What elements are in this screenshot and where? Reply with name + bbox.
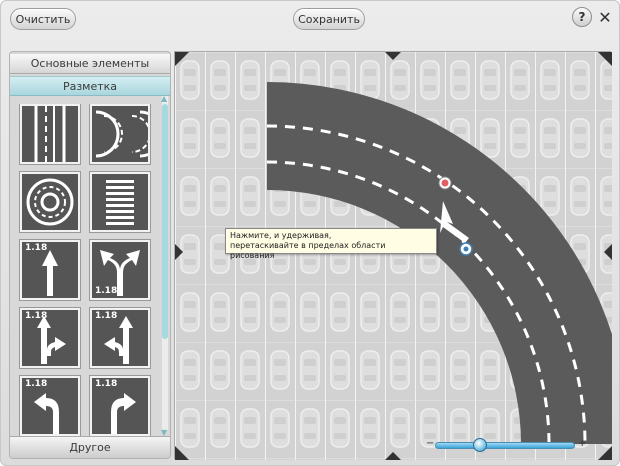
tile-arrow-right-turn[interactable]: 1.18 — [90, 376, 150, 436]
category-basic-elements[interactable]: Основные элементы — [10, 54, 170, 74]
tile-code-label: 1.18 — [25, 243, 48, 253]
roundabout-icon — [26, 178, 74, 226]
zoom-in-icon[interactable]: + — [578, 438, 586, 449]
straight-lines-icon — [34, 106, 66, 162]
crosswalk-icon — [106, 180, 134, 225]
tile-crosswalk[interactable] — [90, 172, 150, 232]
tooltip-line-2: перетаскивайте в пределах области рисова… — [230, 241, 386, 260]
tile-code-label: 1.18 — [95, 286, 118, 296]
zoom-slider-knob[interactable] — [472, 438, 487, 452]
drag-hint-tooltip: Нажмите, и удерживая, перетаскивайте в п… — [225, 228, 437, 260]
tile-arrow-straight[interactable]: 1.18 — [20, 240, 80, 300]
tile-code-label: 1.18 — [25, 379, 48, 389]
help-button[interactable]: ? — [572, 7, 592, 27]
scroll-up-arrow-icon[interactable]: ▲ — [161, 94, 167, 103]
element-palette: Основные элементы Разметка 1.18 1.18 1.1… — [9, 51, 171, 459]
tile-code-label: 1.18 — [95, 311, 118, 321]
tile-arrow-left-turn[interactable]: 1.18 — [20, 376, 80, 436]
tooltip-line-1: Нажмите, и удерживая, — [230, 231, 332, 240]
zoom-out-icon[interactable]: − — [426, 438, 434, 449]
clear-button[interactable]: Очистить — [10, 8, 76, 30]
tile-code-label: 1.18 — [95, 379, 118, 389]
delete-handle-dot — [441, 179, 449, 187]
road-marking-editor: Очистить Сохранить ? ✕ Основные элементы… — [0, 0, 620, 466]
tile-arrow-straight-right[interactable]: 1.18 — [20, 308, 80, 368]
rotate-handle-dot — [463, 246, 469, 252]
close-button[interactable]: ✕ — [595, 7, 615, 27]
tile-curved-lines[interactable] — [90, 104, 160, 164]
tile-arrow-straight-left[interactable]: 1.18 — [90, 308, 150, 368]
save-button[interactable]: Сохранить — [293, 8, 365, 30]
category-other[interactable]: Другое — [10, 436, 170, 458]
markings-tile-grid: 1.18 1.18 1.18 1.18 1.18 1.18 — [18, 104, 160, 436]
tile-code-label: 1.18 — [25, 311, 48, 321]
tile-arrow-left-right[interactable]: 1.18 — [90, 240, 150, 300]
palette-scrollbar-thumb[interactable] — [162, 104, 168, 339]
tile-roundabout[interactable] — [20, 172, 80, 232]
category-markings[interactable]: Разметка — [10, 76, 170, 96]
tile-straight-lines[interactable] — [20, 104, 80, 164]
zoom-slider-track[interactable] — [435, 442, 575, 449]
curved-lines-icon — [95, 110, 160, 158]
